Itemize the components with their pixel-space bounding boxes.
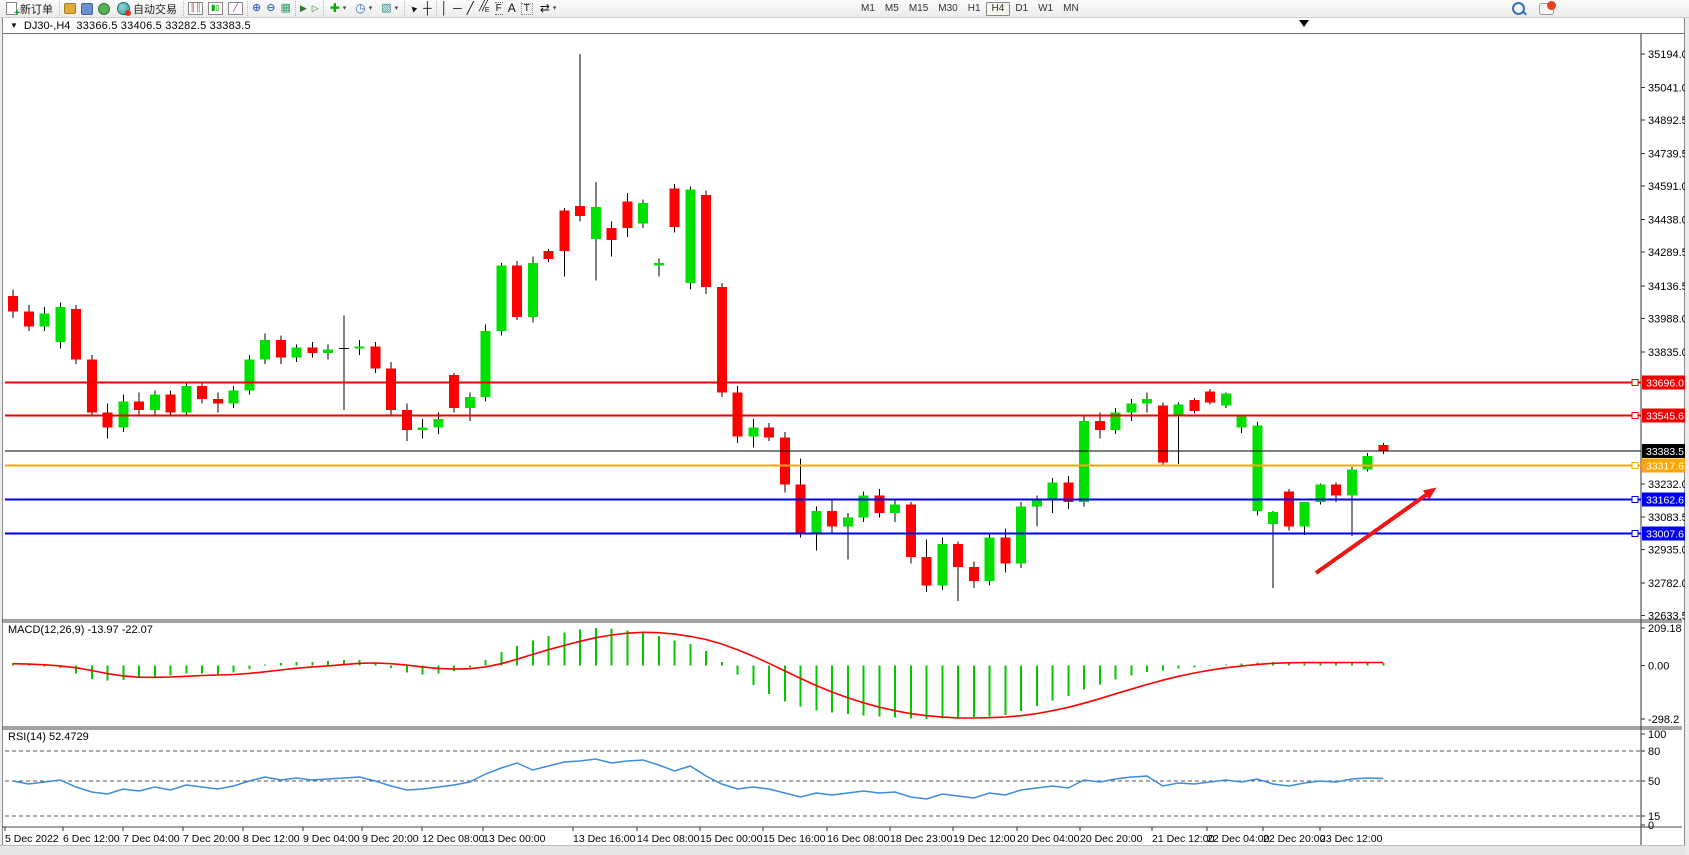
chart-symbol-period: DJ30-,H4 xyxy=(24,20,70,32)
new-order-button[interactable]: 新订单 xyxy=(4,2,55,16)
data-window-icon[interactable] xyxy=(81,3,93,15)
crosshair-icon[interactable]: ┼ xyxy=(423,2,432,15)
timeframe-m1[interactable]: M1 xyxy=(856,2,880,15)
timeframe-toolbar: M1M5M15M30H1H4D1W1MN xyxy=(856,1,1084,16)
toolbar-group-chart-types: ║║ ▮▯ ╱ xyxy=(183,1,247,16)
chevron-down-icon: ▾ xyxy=(343,5,347,12)
new-chart-button[interactable]: ✚▾ xyxy=(328,2,349,16)
autotrading-button[interactable]: 自动交易 xyxy=(115,2,179,16)
mt4-window: 新订单 自动交易 ║║ ▮▯ ╱ ⊕ ⊖ ▦ ▶ ▷ ✚▾ ◷ xyxy=(0,0,1689,855)
zoom-out-icon[interactable]: ⊖ xyxy=(266,2,275,15)
search-icon[interactable] xyxy=(1512,2,1525,15)
vertical-line-icon[interactable]: │ xyxy=(441,2,449,15)
chevron-down-icon: ▾ xyxy=(553,5,557,12)
candlestick-chart-icon[interactable]: ▮▯ xyxy=(208,2,223,15)
autotrading-globe-icon xyxy=(117,2,130,15)
line-chart-icon[interactable]: ╱ xyxy=(228,2,243,15)
chart-ohlc-readout: 33366.5 33406.5 33282.5 33383.5 xyxy=(76,20,250,32)
macd-indicator-label: MACD(12,26,9) -13.97 -22.07 xyxy=(8,624,153,636)
fibonacci-icon[interactable]: F xyxy=(495,2,503,15)
chevron-down-icon: ▾ xyxy=(395,5,399,12)
rsi-indicator-label: RSI(14) 52.4729 xyxy=(8,731,89,743)
timeframe-h1[interactable]: H1 xyxy=(963,2,986,15)
toolbar-group-add: ✚▾ ◷▾ ▧▾ xyxy=(323,1,405,16)
period-icon: ◷ xyxy=(355,2,365,15)
timeframe-w1[interactable]: W1 xyxy=(1033,2,1058,15)
trendline-icon[interactable]: ╱ xyxy=(467,2,474,15)
toolbar-right xyxy=(1512,1,1554,16)
chart-window: ▼ DJ30-,H4 33366.5 33406.5 33282.5 33383… xyxy=(2,17,1685,855)
text-label-icon[interactable]: T xyxy=(521,3,533,15)
template-icon: ▧ xyxy=(381,2,391,15)
navigator-icon[interactable] xyxy=(98,3,110,15)
chart-header[interactable]: ▼ DJ30-,H4 33366.5 33406.5 33282.5 33383… xyxy=(3,18,1684,34)
cursor-icon[interactable]: ► xyxy=(406,1,422,17)
timeframe-m15[interactable]: M15 xyxy=(904,2,933,15)
toolbar-group-panels: 自动交易 xyxy=(59,1,183,16)
toolbar-group-pointer: ► ┼ xyxy=(404,1,435,16)
notifications-icon[interactable] xyxy=(1539,3,1554,15)
toolbar-group-drawing: │ ─ ╱ ╱╱E F A T ⇄▾ xyxy=(436,1,563,16)
channel-icon[interactable]: ╱╱E xyxy=(479,0,490,17)
timeframe-h4[interactable]: H4 xyxy=(986,2,1011,16)
timeframe-m5[interactable]: M5 xyxy=(880,2,904,15)
chevron-down-icon: ▾ xyxy=(369,5,373,12)
autotrading-label: 自动交易 xyxy=(133,1,177,17)
main-toolbar: 新订单 自动交易 ║║ ▮▯ ╱ ⊕ ⊖ ▦ ▶ ▷ ✚▾ ◷ xyxy=(0,0,1689,18)
toolbar-group-order: 新订单 xyxy=(0,1,59,16)
template-button[interactable]: ▧▾ xyxy=(379,2,400,16)
arrows-icon: ⇄ xyxy=(540,2,550,15)
right-edge-strip xyxy=(1685,17,1689,855)
toolbar-group-zoom: ⊕ ⊖ ▦ xyxy=(247,1,295,16)
collapse-icon[interactable]: ▼ xyxy=(10,21,18,30)
new-order-label: 新订单 xyxy=(20,1,53,17)
market-watch-icon[interactable] xyxy=(64,3,76,14)
text-icon[interactable]: A xyxy=(508,2,516,15)
horizontal-scrollbar[interactable] xyxy=(0,845,1689,855)
tile-windows-icon[interactable]: ▦ xyxy=(280,2,290,15)
new-chart-icon: ✚ xyxy=(330,2,340,15)
new-order-icon xyxy=(6,2,17,15)
bar-chart-icon[interactable]: ║║ xyxy=(188,2,203,15)
toolbar-group-scroll: ▶ ▷ xyxy=(295,1,323,16)
zoom-in-icon[interactable]: ⊕ xyxy=(252,2,261,15)
horizontal-line-icon[interactable]: ─ xyxy=(453,2,462,15)
chart-shift-icon[interactable]: ▷ xyxy=(312,2,319,15)
auto-scroll-icon[interactable]: ▶ xyxy=(300,2,307,15)
arrows-button[interactable]: ⇄▾ xyxy=(538,2,559,16)
timeframe-m30[interactable]: M30 xyxy=(933,2,962,15)
timeframe-d1[interactable]: D1 xyxy=(1010,2,1033,15)
timeframe-mn[interactable]: MN xyxy=(1058,2,1084,15)
period-button[interactable]: ◷▾ xyxy=(353,2,374,16)
